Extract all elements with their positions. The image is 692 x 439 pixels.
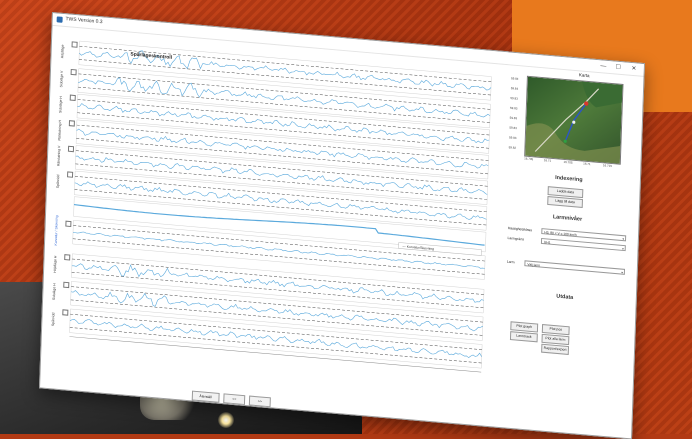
map-y-tick: 59.84 [511, 76, 519, 81]
map-y-tick: 59.83 [509, 125, 517, 131]
app-window: TWS Version 0.3 — ☐ ✕ — Kurvatur/Skevnin… [39, 12, 645, 439]
signal-line [74, 181, 487, 220]
signal-plots[interactable]: — Kurvatur/Skevning [47, 29, 502, 402]
limit-line [77, 112, 489, 149]
background-photo-light [218, 412, 234, 428]
signal-line [69, 319, 482, 359]
speed-class-label: Hastighetsklass [507, 226, 533, 233]
limit-line [70, 299, 483, 336]
plot-frame [69, 308, 483, 369]
limit-line [77, 99, 490, 136]
signal-line [75, 155, 488, 195]
limit-line [72, 258, 484, 295]
track-type-label: Larmgräns [507, 236, 525, 242]
minimize-button[interactable]: — [596, 61, 610, 72]
plot-frame [77, 68, 491, 129]
output-title: Utdata [556, 293, 574, 301]
channel-checkbox[interactable] [62, 309, 69, 316]
limit-line [69, 327, 482, 364]
limit-line [75, 150, 488, 187]
add-data-button[interactable]: Lägg till data [547, 196, 583, 208]
side-panel: Karta 59.84 59.84 59.83 59.83 59.83 59.83 59.8… [495, 66, 637, 432]
x-axis [69, 336, 482, 373]
alarm-value: Välj larm [527, 262, 541, 268]
channel-checkbox[interactable] [69, 94, 76, 101]
map-x-tick: 16.705 [563, 159, 573, 165]
map-y-tick: 59.83 [508, 135, 517, 140]
map-x-tick: 16.71 [583, 161, 591, 167]
limit-line [75, 163, 488, 200]
close-button[interactable]: ✕ [627, 64, 641, 75]
app-icon [56, 16, 63, 23]
limit-line [76, 138, 489, 175]
map-x-tick: 16.705 [524, 156, 534, 162]
speed-class-value: H3, 80 < V ≤ 100 km/h [544, 230, 577, 238]
track-type-value: UH1 [543, 240, 551, 245]
next-button[interactable]: >> [248, 395, 271, 408]
map-x-tick: 16.715 [602, 163, 613, 169]
indexing-title: Indexering [555, 174, 583, 184]
signal-line [70, 290, 483, 332]
map-y-tick: 59.82 [508, 145, 517, 150]
plot-frame [71, 253, 485, 314]
limit-line [78, 73, 491, 110]
limit-line [78, 86, 490, 123]
limit-line [79, 59, 491, 96]
chevron-down-icon: ▾ [621, 270, 623, 275]
limits-title: Larmnivåer [552, 214, 583, 223]
report-export-button[interactable]: Rapport/export [541, 343, 570, 355]
limit-line [71, 286, 483, 323]
chevron-down-icon: ▾ [622, 246, 624, 252]
channel-checkbox[interactable] [63, 281, 70, 289]
signal-line [71, 263, 484, 303]
plot-frame [73, 196, 487, 253]
channel-checkbox[interactable] [64, 254, 71, 261]
limit-line [74, 189, 487, 226]
limit-line [71, 272, 484, 309]
curvature-line [73, 203, 485, 246]
channel-checkbox[interactable] [67, 171, 74, 178]
satellite-map[interactable] [524, 75, 624, 165]
limit-line [72, 238, 485, 275]
signal-line [77, 103, 490, 144]
alarm-label: Larm [506, 259, 515, 265]
signal-line [78, 77, 491, 118]
map-y-tick: 59.83 [509, 115, 518, 121]
limit-line [70, 313, 482, 350]
reset-button[interactable]: Återställ [191, 390, 220, 403]
map-x-tick: 16.71 [543, 158, 552, 163]
map-y-tick: 59.84 [510, 86, 519, 91]
alarm-select[interactable]: Välj larm ▾ [524, 260, 626, 275]
limit-line [74, 176, 487, 213]
plot-frame [76, 94, 490, 154]
channel-checkbox[interactable] [68, 120, 75, 127]
prev-button[interactable]: << [223, 393, 246, 406]
map-y-tick: 59.83 [510, 96, 518, 101]
channel-checkbox[interactable] [65, 220, 72, 228]
window-title: TWS Version 0.3 [65, 16, 103, 26]
plot-area[interactable]: — Kurvatur/Skevning Spårlägeskontroll Hö… [47, 29, 502, 408]
alarm-track-button[interactable]: Larmtrack [509, 331, 538, 343]
map-y-tick: 59.83 [509, 105, 518, 111]
maximize-button[interactable]: ☐ [611, 62, 625, 73]
limit-line [76, 124, 489, 161]
channel-checkbox[interactable] [71, 41, 78, 48]
channel-checkbox[interactable] [67, 145, 75, 153]
chevron-down-icon: ▾ [622, 237, 625, 242]
plot-frame [75, 119, 489, 180]
limit-line [73, 225, 486, 262]
channel-checkbox[interactable] [70, 68, 77, 76]
